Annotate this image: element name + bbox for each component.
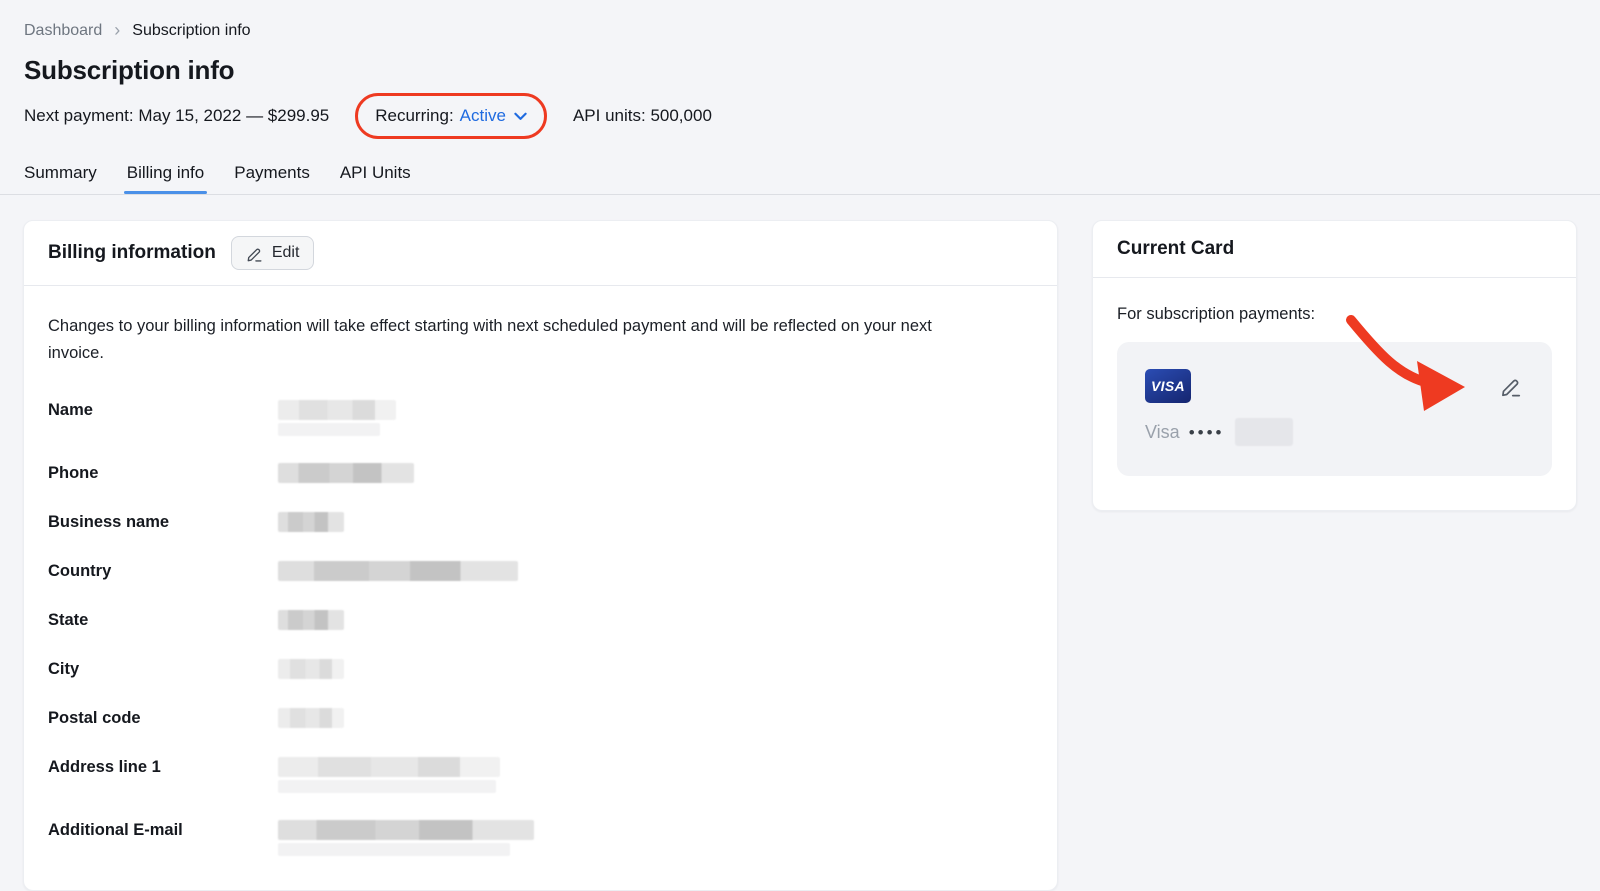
recurring-annotation-circle: Recurring: Active (355, 93, 547, 139)
recurring-status-dropdown[interactable]: Active (460, 106, 527, 126)
subscription-meta-row: Next payment: May 15, 2022 — $299.95 Rec… (24, 93, 1576, 139)
redacted-value (278, 658, 344, 681)
billing-card-title: Billing information (48, 242, 216, 264)
field-label: Name (48, 399, 278, 436)
field-row-postal-code: Postal code (48, 707, 1033, 730)
visa-logo: VISA (1145, 369, 1191, 403)
breadcrumb-dashboard[interactable]: Dashboard (24, 22, 102, 40)
field-row-city: City (48, 658, 1033, 681)
breadcrumb-chevron-icon: › (114, 21, 120, 39)
tab-api-units[interactable]: API Units (340, 155, 411, 194)
content-area: Billing information Edit Changes to your… (0, 195, 1600, 891)
api-units-text: API units: 500,000 (573, 106, 712, 126)
field-label: Business name (48, 511, 278, 534)
field-row-country: Country (48, 560, 1033, 583)
current-card-panel: Current Card For subscription payments: … (1092, 220, 1577, 511)
edit-billing-label: Edit (272, 244, 300, 262)
breadcrumb: Dashboard › Subscription info (24, 22, 1576, 40)
field-row-phone: Phone (48, 462, 1033, 485)
card-number-row: Visa •••• (1145, 418, 1522, 446)
payment-card-box: VISA Visa •••• (1117, 342, 1552, 476)
billing-information-card: Billing information Edit Changes to your… (23, 220, 1058, 891)
field-row-additional-email: Additional E-mail (48, 819, 1033, 856)
field-label: Address line 1 (48, 756, 278, 793)
card-brand-text: Visa (1145, 422, 1180, 443)
redacted-value (278, 819, 534, 856)
recurring-label: Recurring: (375, 106, 453, 126)
tab-bar: Summary Billing info Payments API Units (0, 155, 1600, 195)
billing-card-header: Billing information Edit (24, 221, 1057, 286)
field-label: Country (48, 560, 278, 583)
billing-card-body: Changes to your billing information will… (24, 286, 1057, 890)
card-masked-dots: •••• (1189, 424, 1225, 441)
field-row-state: State (48, 609, 1033, 632)
field-label: City (48, 658, 278, 681)
edit-billing-button[interactable]: Edit (231, 236, 315, 270)
redacted-value (278, 560, 518, 583)
field-label: Phone (48, 462, 278, 485)
redacted-card-digits (1235, 418, 1293, 446)
redacted-value (278, 511, 344, 534)
field-label: Postal code (48, 707, 278, 730)
edit-card-button[interactable] (1500, 375, 1522, 397)
current-card-header: Current Card (1093, 221, 1576, 278)
pencil-icon (1500, 375, 1522, 397)
field-row-name: Name (48, 399, 1033, 436)
next-payment-text: Next payment: May 15, 2022 — $299.95 (24, 106, 329, 126)
redacted-value (278, 707, 344, 730)
card-brand-row: VISA (1145, 369, 1522, 403)
chevron-down-icon (514, 112, 527, 121)
redacted-value (278, 399, 396, 436)
card-subtitle: For subscription payments: (1117, 305, 1552, 324)
tab-payments[interactable]: Payments (234, 155, 310, 194)
page-header: Dashboard › Subscription info Subscripti… (0, 0, 1600, 139)
breadcrumb-current: Subscription info (132, 22, 250, 40)
field-label: State (48, 609, 278, 632)
tab-summary[interactable]: Summary (24, 155, 97, 194)
field-row-business-name: Business name (48, 511, 1033, 534)
redacted-value (278, 609, 344, 632)
pencil-icon (246, 245, 263, 262)
field-row-address-line-1: Address line 1 (48, 756, 1033, 793)
tab-billing-info[interactable]: Billing info (127, 155, 205, 194)
current-card-body: For subscription payments: VISA Visa •••… (1093, 278, 1576, 510)
recurring-status-value: Active (460, 106, 506, 126)
redacted-value (278, 756, 500, 793)
billing-note: Changes to your billing information will… (48, 313, 983, 367)
red-arrow-annotation (1313, 318, 1481, 418)
field-label: Additional E-mail (48, 819, 278, 856)
page-title: Subscription info (24, 55, 1576, 86)
redacted-value (278, 462, 414, 485)
current-card-title: Current Card (1117, 238, 1234, 260)
